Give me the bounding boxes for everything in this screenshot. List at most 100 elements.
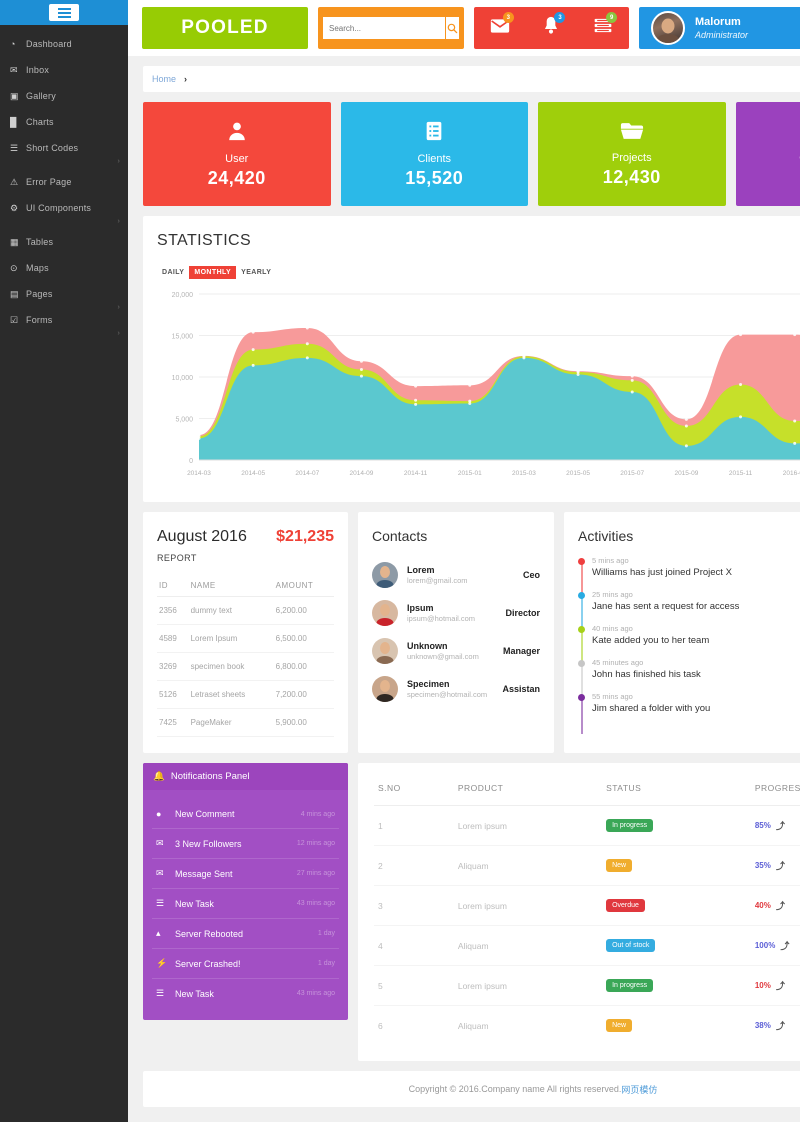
stat-card-label: User <box>225 152 249 165</box>
profile-role: Administrator <box>695 30 749 41</box>
statistics-toolbar: DAILYMONTHLYYEARLY EXPORT ⟳ <box>157 264 800 280</box>
user-profile-menu[interactable]: Malorum Administrator ▾ <box>639 7 800 49</box>
svg-text:2015-09: 2015-09 <box>674 470 698 477</box>
map-marker-icon: ⊙ <box>10 262 18 273</box>
chevron-right-icon[interactable]: › <box>117 158 120 165</box>
sidebar-item-error-page[interactable]: ⚠ Error Page <box>0 169 128 195</box>
table-row[interactable]: 4 Aliquam Out of stock 100% ⤴ <box>374 925 800 967</box>
progress-value: 40% ⤴ <box>754 901 785 912</box>
table-row[interactable]: 2 Aliquam New 35% ⤴ <box>374 845 800 887</box>
trend-arrow-icon: ⤴ <box>775 821 785 832</box>
list-item[interactable]: Unknown unknown@gmail.com Manager <box>372 632 540 670</box>
notification-item[interactable]: ☰ New Task 43 mins ago <box>152 889 339 920</box>
bell-icon-button[interactable]: 3 <box>534 11 568 45</box>
table-row[interactable]: 3269 specimen book 6,800.00 <box>157 652 334 682</box>
range-tab-daily[interactable]: DAILY <box>157 266 189 279</box>
notification-item[interactable]: ⚡ Server Crashed! 1 day <box>152 949 339 980</box>
notification-item[interactable]: ▴ Server Rebooted 1 day <box>152 919 339 950</box>
svg-text:20,000: 20,000 <box>172 292 194 299</box>
sidebar-item-label: Tables <box>26 237 54 247</box>
status-badge: Overdue <box>606 899 645 913</box>
report-name: specimen book <box>188 652 274 682</box>
table-row[interactable]: 5 Lorem ipsum In progress 10% ⤴ <box>374 965 800 1007</box>
footer-link[interactable]: 网页模仿 <box>621 1083 657 1096</box>
sidebar-item-ui-components[interactable]: ⚙ UI Components › <box>0 195 128 226</box>
report-amount: 7,200.00 <box>273 680 334 710</box>
hamburger-icon[interactable] <box>49 4 79 21</box>
report-table: ID NAME AMOUNT 2356 dummy text 6,200.00 4589 L… <box>157 575 334 738</box>
chevron-right-icon[interactable]: › <box>117 218 120 225</box>
list-item[interactable]: 40 mins ago Kate added you to her team <box>578 624 800 666</box>
stat-card-value: 15,520 <box>405 167 464 188</box>
list-item[interactable]: 45 minutes ago John has finished his task <box>578 658 800 700</box>
stat-card-clients[interactable]: Clients 15,520 <box>340 102 528 206</box>
notification-time: 43 mins ago <box>296 990 335 998</box>
sidebar-item-dashboard[interactable]: ◔ Dashboard <box>0 31 128 57</box>
search-input[interactable] <box>323 17 445 39</box>
breadcrumb-separator-icon: › <box>184 74 188 84</box>
envelope-icon: ✉ <box>10 64 18 75</box>
notification-item[interactable]: ☰ New Task 43 mins ago <box>152 979 339 1008</box>
tasks-icon-button[interactable]: 9 <box>586 11 620 45</box>
list-item[interactable]: Specimen specimen@hotmail.com Assistan <box>372 670 540 708</box>
profile-name: Malorum <box>695 15 741 28</box>
svg-text:2014-07: 2014-07 <box>295 470 319 477</box>
sidebar-item-label: Gallery <box>26 91 56 101</box>
search-icon[interactable] <box>445 17 459 39</box>
range-tab-monthly[interactable]: MONTHLY <box>189 265 237 279</box>
image-icon: ▣ <box>10 90 19 101</box>
range-tab-yearly[interactable]: YEARLY <box>236 266 276 279</box>
chevron-right-icon[interactable]: › <box>117 330 120 337</box>
table-row[interactable]: 4589 Lorem Ipsum 6,500.00 <box>157 624 334 654</box>
table-row[interactable]: 6 Aliquam New 38% ⤴ <box>374 1006 800 1046</box>
progress-value: 10% ⤴ <box>754 981 785 992</box>
sidebar-item-inbox[interactable]: ✉ Inbox <box>0 57 128 83</box>
trend-arrow-icon: ⤴ <box>775 861 785 872</box>
svg-text:2016-01: 2016-01 <box>783 470 800 477</box>
page-title: STATISTICS <box>157 232 252 249</box>
trend-arrow-icon: ⤴ <box>775 901 785 912</box>
sidebar-item-pages[interactable]: ▤ Pages › <box>0 281 128 312</box>
sidebar-item-gallery[interactable]: ▣ Gallery <box>0 83 128 109</box>
notification-item[interactable]: ✉ Message Sent 27 mins ago <box>152 859 339 890</box>
product-sno: 5 <box>374 965 454 1007</box>
activity-time: 55 mins ago <box>592 692 633 701</box>
table-row[interactable]: 7425 PageMaker 5,900.00 <box>157 708 334 738</box>
sidebar-item-short-codes[interactable]: ☰ Short Codes › <box>0 135 128 166</box>
notification-item[interactable]: ✉ 3 New Followers 12 mins ago <box>152 829 339 860</box>
product-name: Aliquam <box>453 925 603 967</box>
stat-card-projects[interactable]: Projects 12,430 <box>538 102 726 206</box>
notifications-panel-title: Notifications Panel <box>170 771 250 783</box>
list-item[interactable]: 5 mins ago Williams has just joined Proje… <box>578 556 800 598</box>
stat-card-user[interactable]: User 24,420 <box>143 102 331 206</box>
contact-email: unknown@gmail.com <box>407 652 479 661</box>
sidebar-item-charts[interactable]: █ Charts <box>0 109 128 135</box>
product-progress-cell: 38% ⤴ <box>751 1006 800 1046</box>
list-item[interactable]: Lorem lorem@gmail.com Ceo <box>372 556 540 594</box>
list-item[interactable]: 25 mins ago Jane has sent a request for a… <box>578 590 800 632</box>
table-row[interactable]: 3 Lorem ipsum Overdue 40% ⤴ <box>374 885 800 927</box>
table-row[interactable]: 5126 Letraset sheets 7,200.00 <box>157 680 334 710</box>
notification-label: New Task <box>175 988 214 999</box>
sidebar-item-tables[interactable]: ▦ Tables <box>0 229 128 255</box>
brand-logo[interactable]: POOLED <box>142 7 308 49</box>
sidebar-item-maps[interactable]: ⊙ Maps <box>0 255 128 281</box>
notification-label: 3 New Followers <box>175 838 242 849</box>
table-row[interactable]: 2356 dummy text 6,200.00 <box>157 596 334 626</box>
contacts-list: Lorem lorem@gmail.com Ceo Ipsum ipsum@hotmai… <box>372 556 540 708</box>
notification-bar: 3 3 9 <box>474 7 629 49</box>
list-item[interactable]: Ipsum ipsum@hotmail.com Director <box>372 594 540 632</box>
envelope-icon-button[interactable]: 3 <box>483 11 517 45</box>
sidebar-item-forms[interactable]: ☑ Forms › <box>0 307 128 338</box>
product-progress-cell: 100% ⤴ <box>750 925 800 967</box>
breadcrumb-home[interactable]: Home <box>152 74 176 84</box>
table-row[interactable]: 1 Lorem ipsum In progress 85% ⤴ <box>374 805 800 847</box>
notification-item[interactable]: ● New Comment 4 mins ago <box>152 800 339 830</box>
list-item[interactable]: 55 mins ago Jim shared a folder with you <box>578 692 800 734</box>
stat-card-old-projects[interactable]: Old Projects14,430 <box>735 102 800 206</box>
report-id: 5126 <box>157 680 189 710</box>
status-badge: New <box>606 859 633 873</box>
svg-text:2014-05: 2014-05 <box>241 470 265 477</box>
sidebar-toggle[interactable] <box>0 0 128 25</box>
notification-time: 4 mins ago <box>300 810 335 818</box>
